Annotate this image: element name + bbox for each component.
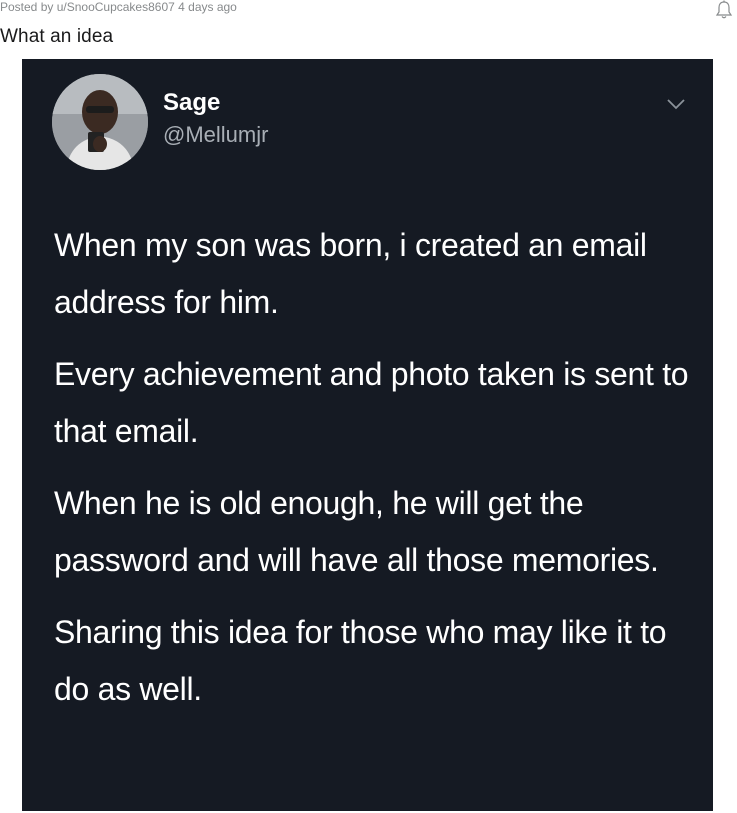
tweet-author-name[interactable]: Sage [163, 89, 220, 117]
post-age: 4 days ago [174, 0, 237, 14]
posted-by-prefix: Posted by [0, 0, 57, 14]
tweet-paragraph: Every achievement and photo taken is sen… [54, 356, 689, 449]
tweet-text: When my son was born, i created an email… [54, 217, 694, 733]
bell-icon[interactable] [715, 0, 733, 20]
reddit-post: Posted by u/SnooCupcakes8607 4 days ago … [0, 0, 737, 813]
tweet-paragraph: When he is old enough, he will get the p… [54, 485, 659, 578]
post-title[interactable]: What an idea [0, 26, 113, 48]
tweet-author-handle[interactable]: @Mellumjr [163, 122, 268, 148]
tweet-paragraph: When my son was born, i created an email… [54, 227, 647, 320]
tweet-screenshot[interactable]: Sage @Mellumjr When my son was born, i c… [22, 59, 713, 811]
post-meta: Posted by u/SnooCupcakes8607 4 days ago [0, 0, 237, 14]
post-author-link[interactable]: u/SnooCupcakes8607 [57, 0, 175, 14]
tweet-paragraph: Sharing this idea for those who may like… [54, 614, 667, 707]
avatar [52, 74, 148, 170]
chevron-down-icon[interactable] [665, 97, 687, 111]
